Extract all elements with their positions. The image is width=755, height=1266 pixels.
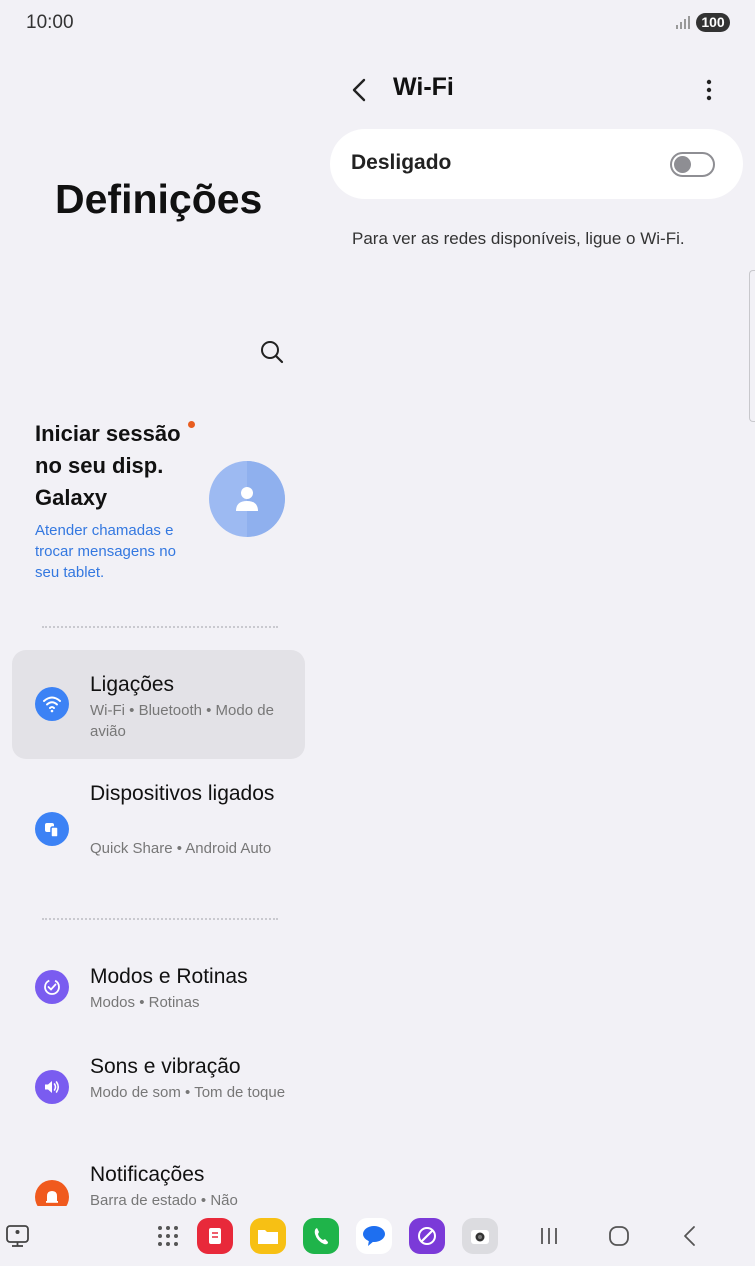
galaxy-store-icon[interactable] xyxy=(409,1218,445,1254)
menu-item-subtitle: Quick Share • Android Auto xyxy=(90,840,272,857)
battery-badge: 100 xyxy=(696,13,730,32)
menu-item-title: Notificações xyxy=(90,1163,205,1186)
wifi-header: Wi-Fi xyxy=(330,60,750,120)
menu-item-ligacoes[interactable]: Ligações Wi-Fi • Bluetooth • Modo de avi… xyxy=(12,650,305,759)
search-icon[interactable] xyxy=(258,338,286,366)
signal-icon xyxy=(676,15,692,29)
menu-item-sons-vibracao[interactable]: Sons e vibração Modo de som • Tom de toq… xyxy=(12,1046,305,1136)
menu-item-title: Ligações xyxy=(90,673,175,696)
files-app-icon[interactable] xyxy=(250,1218,286,1254)
wifi-info-text: Para ver as redes disponíveis, ligue o W… xyxy=(352,229,685,248)
page-title: Wi-Fi xyxy=(393,73,454,101)
recent-apps-icon[interactable] xyxy=(537,1224,561,1248)
wifi-toggle-label: Desligado xyxy=(351,151,452,174)
page-title: Definições xyxy=(55,176,263,222)
menu-item-dispositivos-ligados[interactable]: Dispositivos ligados Quick Share • Andro… xyxy=(12,774,305,884)
sound-icon xyxy=(35,1070,69,1104)
messages-app-icon[interactable] xyxy=(356,1218,392,1254)
account-title: Iniciar sessão no seu disp. Galaxy xyxy=(35,421,181,510)
pane-resize-handle[interactable] xyxy=(749,270,755,422)
status-time: 10:00 xyxy=(26,12,74,33)
modes-icon xyxy=(35,970,69,1004)
divider xyxy=(42,626,278,628)
menu-item-title: Dispositivos ligados xyxy=(90,782,275,805)
menu-item-subtitle: Barra de estado • Não xyxy=(90,1192,238,1206)
account-sign-in-card[interactable]: Iniciar sessão no seu disp. Galaxy Atend… xyxy=(35,418,295,588)
phone-app-icon[interactable] xyxy=(303,1218,339,1254)
notification-dot xyxy=(188,421,195,428)
menu-item-subtitle: Modo de som • Tom de toque xyxy=(90,1084,286,1101)
devices-icon xyxy=(35,812,69,846)
menu-item-subtitle: Modos • Rotinas xyxy=(90,994,200,1011)
taskbar-edge-icon[interactable] xyxy=(5,1223,31,1249)
wifi-toggle-card[interactable]: Desligado xyxy=(330,129,743,199)
back-arrow-icon[interactable] xyxy=(348,76,372,104)
status-bar: 10:00 100 xyxy=(0,0,755,44)
account-subtitle: Atender chamadas e trocar mensagens no s… xyxy=(35,522,176,581)
notes-app-icon[interactable] xyxy=(197,1218,233,1254)
avatar xyxy=(209,461,285,537)
divider xyxy=(42,918,278,920)
switch-knob xyxy=(674,156,691,173)
wifi-toggle-switch[interactable] xyxy=(670,152,715,177)
more-options-icon[interactable] xyxy=(700,78,718,102)
menu-item-notificacoes[interactable]: Notificações Barra de estado • Não xyxy=(12,1156,305,1206)
wifi-icon xyxy=(35,687,69,721)
app-drawer-icon[interactable] xyxy=(156,1224,180,1248)
home-icon[interactable] xyxy=(607,1224,631,1248)
bell-icon xyxy=(35,1180,69,1206)
settings-list-pane: Definições Iniciar sessão no seu disp. G… xyxy=(0,44,320,1206)
camera-app-icon[interactable] xyxy=(462,1218,498,1254)
menu-item-modos-rotinas[interactable]: Modos e Rotinas Modos • Rotinas xyxy=(12,956,305,1022)
navigation-bar xyxy=(0,1206,755,1266)
back-icon[interactable] xyxy=(678,1224,702,1248)
menu-item-title: Sons e vibração xyxy=(90,1055,241,1078)
menu-item-title: Modos e Rotinas xyxy=(90,965,248,988)
menu-item-subtitle: Wi-Fi • Bluetooth • Modo de avião xyxy=(90,702,274,740)
